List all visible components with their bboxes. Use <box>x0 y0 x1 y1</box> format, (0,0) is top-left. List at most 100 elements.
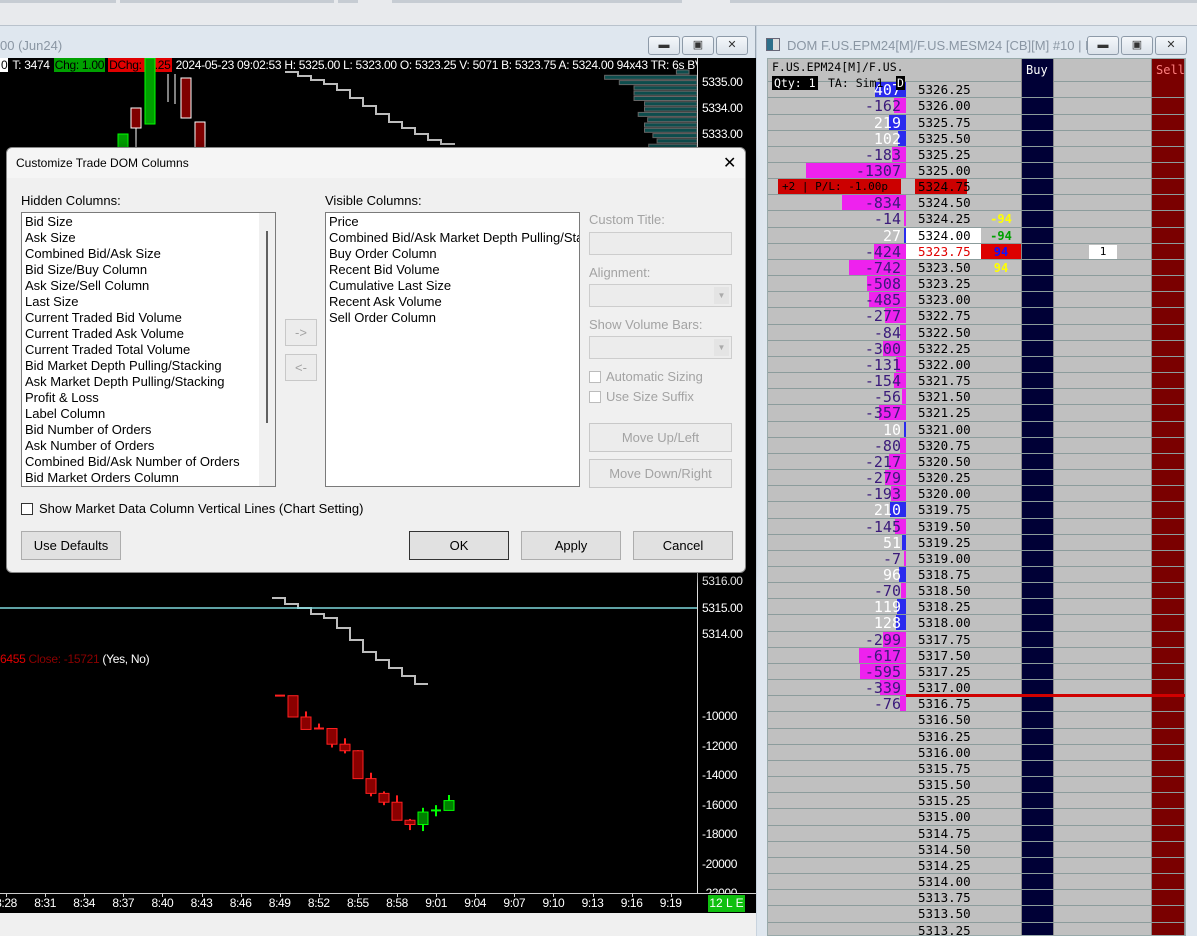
dom-row[interactable]: 5316.50 <box>768 712 1185 729</box>
price-cell[interactable]: 5319.00 <box>906 551 981 566</box>
dom-row[interactable]: 51 5319.25 <box>768 534 1185 551</box>
hidden-columns-list[interactable]: Bid Size Ask Size Combined Bid/Ask Size Bid… <box>21 212 276 487</box>
dom-row[interactable]: -485 5323.00 <box>768 292 1185 309</box>
automatic-sizing-checkbox[interactable] <box>589 371 601 383</box>
cumulative-cell[interactable] <box>1054 147 1151 162</box>
dom-row[interactable]: -357 5321.25 <box>768 405 1185 422</box>
dom-row[interactable]: 10 5321.00 <box>768 421 1185 438</box>
dom-row[interactable]: -742 5323.50 94 <box>768 259 1185 277</box>
buy-order-cell[interactable] <box>1021 292 1054 308</box>
price-cell[interactable]: 5320.00 <box>906 486 981 501</box>
price-cell[interactable]: 5320.25 <box>906 470 981 485</box>
cumulative-cell[interactable] <box>1054 858 1151 873</box>
buy-order-cell[interactable] <box>1021 502 1054 518</box>
cumulative-cell[interactable] <box>1054 826 1151 841</box>
sell-order-cell[interactable] <box>1151 259 1185 276</box>
buy-order-cell[interactable] <box>1021 470 1054 486</box>
buy-order-cell[interactable] <box>1021 567 1054 583</box>
dom-row[interactable]: 210 5319.75 <box>768 502 1185 519</box>
buy-order-cell[interactable] <box>1021 243 1054 259</box>
buy-order-cell[interactable] <box>1021 663 1054 680</box>
volume-bars-select[interactable]: ▼ <box>589 336 732 359</box>
sell-order-cell[interactable] <box>1151 631 1185 647</box>
price-cell[interactable]: 5315.75 <box>906 761 981 776</box>
price-cell[interactable]: 5323.75 <box>906 243 981 259</box>
move-down-button[interactable]: Move Down/Right <box>589 459 732 488</box>
sell-order-cell[interactable] <box>1151 405 1185 421</box>
cumulative-cell[interactable] <box>1054 842 1151 857</box>
sell-order-cell[interactable] <box>1151 841 1185 857</box>
cumulative-cell[interactable] <box>1054 422 1151 437</box>
buy-order-cell[interactable] <box>1021 631 1054 647</box>
dom-row[interactable]: -183 5325.25 <box>768 146 1185 163</box>
buy-order-cell[interactable] <box>1021 340 1054 356</box>
cumulative-cell[interactable] <box>1054 761 1151 776</box>
cumulative-cell[interactable] <box>1054 906 1151 921</box>
cumulative-cell[interactable] <box>1054 664 1151 679</box>
minimize-button[interactable]: ▬ <box>1087 36 1119 55</box>
sell-order-cell[interactable] <box>1151 647 1185 663</box>
dom-row[interactable]: 5315.50 <box>768 777 1185 794</box>
hidden-column-item[interactable]: Bid Number of Orders <box>22 422 275 438</box>
dom-row[interactable]: -277 5322.75 <box>768 308 1185 325</box>
price-cell[interactable]: 5314.75 <box>906 826 981 841</box>
cumulative-cell[interactable] <box>1054 341 1151 356</box>
window-tab[interactable] <box>120 0 334 3</box>
buy-order-cell[interactable] <box>1021 728 1054 744</box>
sell-order-cell[interactable] <box>1151 486 1185 502</box>
dom-row[interactable]: 128 5318.00 <box>768 615 1185 632</box>
dom-row[interactable]: -162 5326.00 <box>768 98 1185 115</box>
cumulative-cell[interactable] <box>1054 454 1151 469</box>
maximize-button[interactable]: ▣ <box>682 36 714 55</box>
ok-button[interactable]: OK <box>409 531 509 560</box>
dom-row[interactable]: -56 5321.50 <box>768 389 1185 406</box>
dom-row[interactable]: -154 5321.75 <box>768 373 1185 390</box>
quantity-field[interactable]: Qty: 1 <box>772 76 818 90</box>
cumulative-cell[interactable] <box>1054 115 1151 130</box>
sell-order-cell[interactable] <box>1151 356 1185 373</box>
buy-order-cell[interactable] <box>1021 680 1054 696</box>
cumulative-cell[interactable] <box>1054 535 1151 550</box>
cumulative-cell[interactable] <box>1054 357 1151 372</box>
buy-order-cell[interactable] <box>1021 227 1054 243</box>
buy-order-cell[interactable] <box>1021 373 1054 389</box>
buy-order-cell[interactable] <box>1021 744 1054 760</box>
sell-order-cell[interactable] <box>1151 663 1185 680</box>
dom-row[interactable]: 96 5318.75 <box>768 567 1185 584</box>
sell-order-cell[interactable] <box>1151 744 1185 760</box>
dom-row[interactable]: -299 5317.75 <box>768 631 1185 648</box>
buy-order-cell[interactable] <box>1021 437 1054 453</box>
price-cell[interactable]: 5315.25 <box>906 793 981 808</box>
dom-row[interactable]: -70 5318.50 <box>768 583 1185 600</box>
cumulative-cell[interactable] <box>1054 632 1151 647</box>
dom-row[interactable]: -193 5320.00 <box>768 486 1185 503</box>
sell-order-cell[interactable] <box>1151 82 1185 98</box>
cumulative-cell[interactable] <box>1054 923 1151 935</box>
use-defaults-button[interactable]: Use Defaults <box>21 531 121 560</box>
dom-row[interactable]: -339 5317.00 <box>768 680 1185 698</box>
buy-order-cell[interactable] <box>1021 195 1054 211</box>
sell-order-cell[interactable] <box>1151 777 1185 793</box>
buy-order-cell[interactable] <box>1021 825 1054 841</box>
dom-row[interactable]: -1307 5325.00 <box>768 163 1185 180</box>
buy-order-cell[interactable] <box>1021 356 1054 373</box>
price-cell[interactable]: 5326.25 <box>906 82 981 97</box>
sell-order-cell[interactable] <box>1151 857 1185 874</box>
dom-row[interactable]: -7 5319.00 <box>768 550 1185 567</box>
close-icon[interactable]: ✕ <box>723 153 736 173</box>
price-cell[interactable]: 5319.50 <box>906 519 981 534</box>
dom-row[interactable]: -424 5323.75 94 1 <box>768 243 1185 260</box>
buy-order-cell[interactable] <box>1021 874 1054 890</box>
cumulative-cell[interactable] <box>1054 696 1151 711</box>
apply-button[interactable]: Apply <box>521 531 621 560</box>
price-cell[interactable]: 5325.75 <box>906 115 981 130</box>
price-cell[interactable]: 5314.00 <box>906 874 981 889</box>
move-up-button[interactable]: Move Up/Left <box>589 423 732 452</box>
dom-row[interactable]: -76 5316.75 <box>768 696 1185 713</box>
visible-column-item[interactable]: Buy Order Column <box>326 246 579 262</box>
buy-order-cell[interactable] <box>1021 841 1054 857</box>
sell-order-cell[interactable] <box>1151 324 1185 340</box>
sell-order-cell[interactable] <box>1151 615 1185 631</box>
cumulative-cell[interactable] <box>1054 615 1151 630</box>
buy-order-cell[interactable] <box>1021 308 1054 324</box>
